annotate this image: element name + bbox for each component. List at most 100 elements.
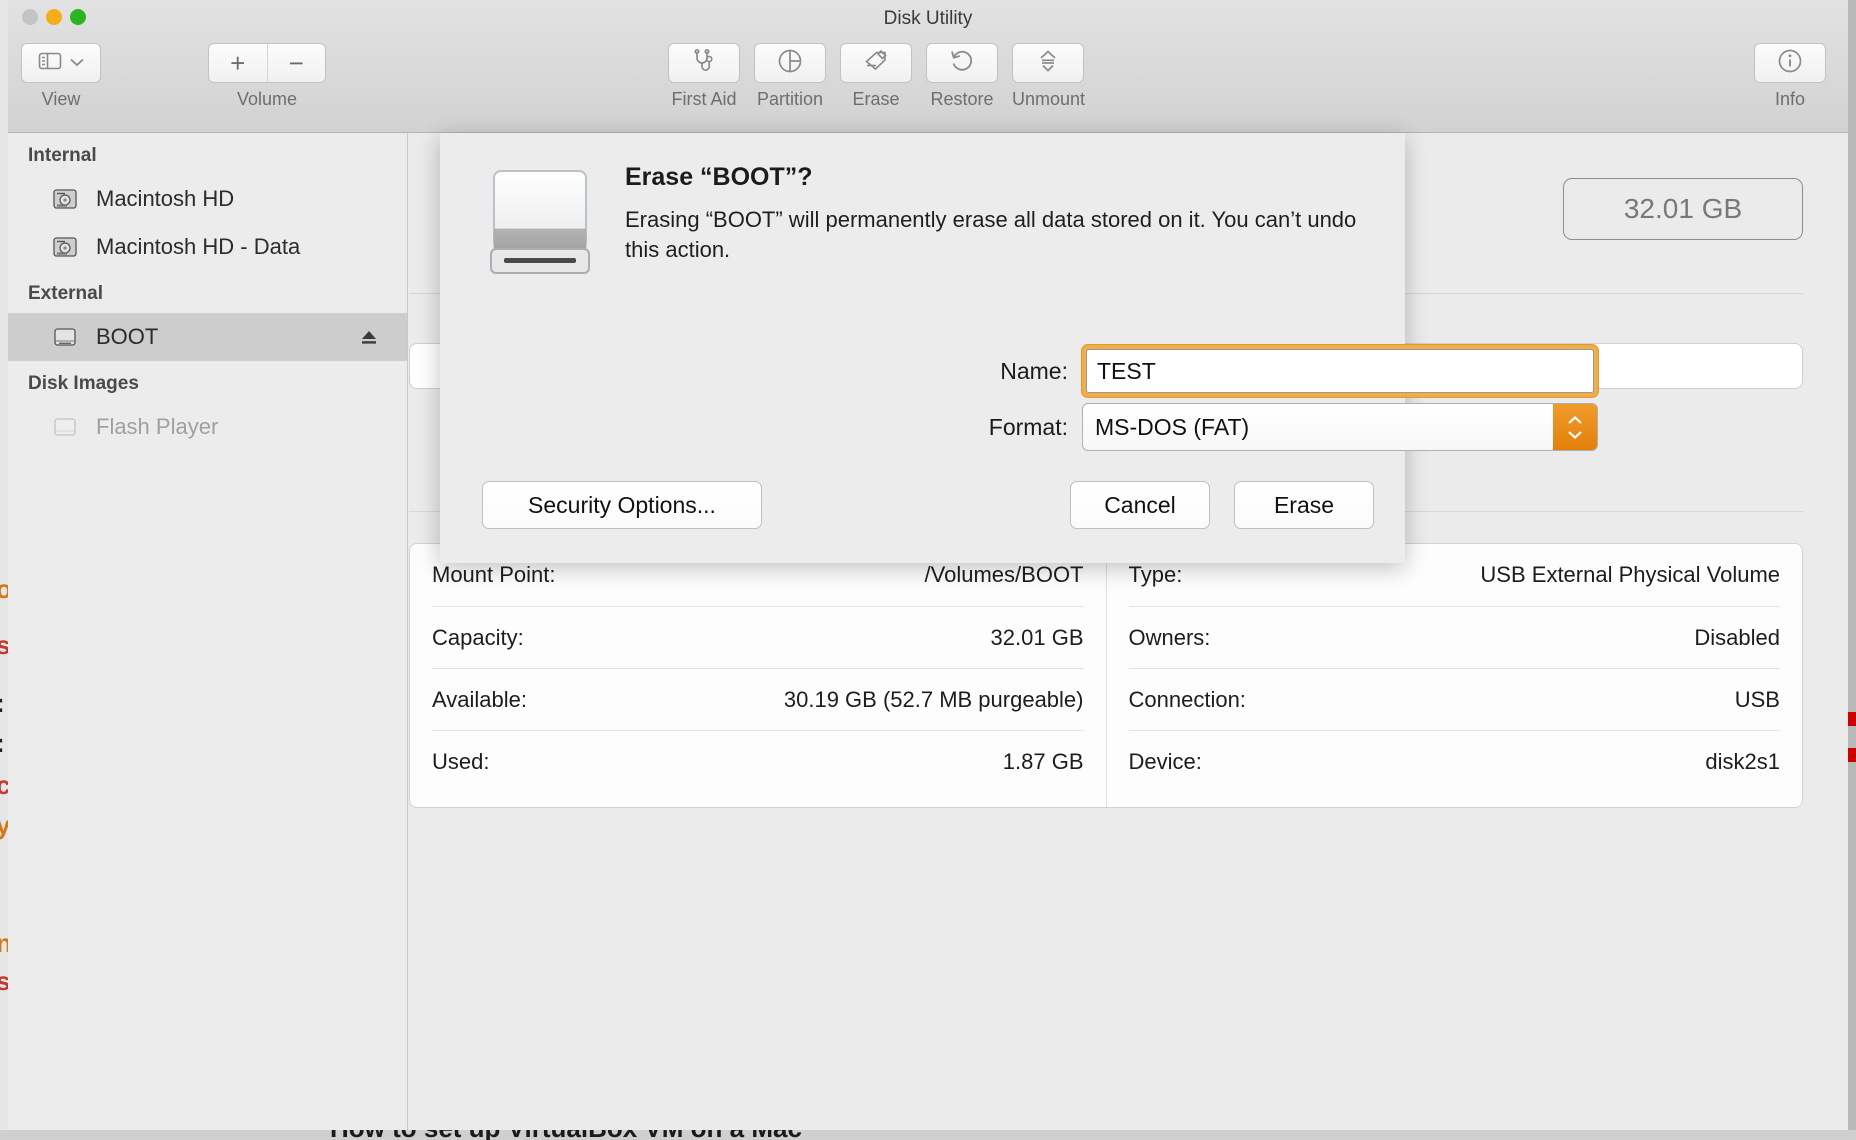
sidebar-section-internal: Internal <box>28 145 97 166</box>
restore-label: Restore <box>930 89 994 109</box>
info-row-device: Device: disk2s1 <box>1128 730 1780 792</box>
info-value: Disabled <box>1694 624 1780 650</box>
sidebar-item-flash-player[interactable]: Flash Player <box>8 403 407 451</box>
partition-label: Partition <box>756 89 824 109</box>
name-input[interactable] <box>1086 349 1594 393</box>
erase-pencil-icon <box>863 48 889 79</box>
info-button[interactable] <box>1754 43 1826 83</box>
info-circle-icon <box>1777 48 1803 79</box>
view-group: View <box>21 43 101 110</box>
info-key: Connection: <box>1128 686 1246 712</box>
info-row-capacity: Capacity: 32.01 GB <box>432 606 1084 668</box>
info-value: USB External Physical Volume <box>1480 562 1780 587</box>
dialog-message: Erasing “BOOT” will permanently erase al… <box>625 207 1357 263</box>
restore-tool: Restore <box>926 43 998 110</box>
name-field-row: Name: <box>920 345 1598 397</box>
info-value: USB <box>1734 686 1780 712</box>
internal-drive-icon <box>50 184 80 214</box>
info-key: Used: <box>432 748 490 774</box>
info-key: Type: <box>1128 562 1183 587</box>
sidebar-item-label: BOOT <box>96 324 159 349</box>
volume-label: Volume <box>236 89 298 109</box>
format-label: Format: <box>988 413 1068 440</box>
restore-undo-icon <box>949 48 975 79</box>
stethoscope-icon <box>691 48 717 79</box>
dialog-title: Erase “BOOT”? <box>625 163 813 191</box>
info-key: Mount Point: <box>432 562 556 587</box>
sidebar-item-boot[interactable]: BOOT <box>8 313 407 361</box>
internal-drive-icon <box>50 232 80 262</box>
security-options-button[interactable]: Security Options... <box>482 481 762 529</box>
unmount-eject-icon <box>1035 48 1061 79</box>
partition-button[interactable] <box>754 43 826 83</box>
info-key: Owners: <box>1128 624 1211 650</box>
erase-button[interactable] <box>840 43 912 83</box>
info-value: 30.19 GB (52.7 MB purgeable) <box>783 686 1084 712</box>
unmount-label: Unmount <box>1012 89 1086 109</box>
info-key: Available: <box>432 686 527 712</box>
remove-volume-button[interactable]: − <box>266 44 326 82</box>
info-value: 32.01 GB <box>990 624 1084 650</box>
external-drive-icon <box>50 322 80 352</box>
info-key: Device: <box>1128 748 1202 774</box>
disk-image-icon <box>50 412 80 442</box>
name-label: Name: <box>1000 357 1068 384</box>
sidebar-item-macintosh-hd[interactable]: Macintosh HD <box>8 175 407 223</box>
background-window-bottom-edge: How to set up VirtualBox VM on a Mac <box>0 1130 1856 1140</box>
info-column-right: Type: USB External Physical Volume Owner… <box>1105 544 1803 807</box>
window-title: Disk Utility <box>883 8 973 29</box>
sidebar-section-disk-images: Disk Images <box>28 373 139 394</box>
unmount-tool: Unmount <box>1012 43 1085 110</box>
format-field-row: Format: MS-DOS (FAT) <box>920 403 1598 451</box>
view-button[interactable] <box>21 43 101 83</box>
info-group: Info <box>1754 43 1826 110</box>
erase-confirm-button[interactable]: Erase <box>1234 481 1374 529</box>
first-aid-tool: First Aid <box>668 43 740 110</box>
erase-dialog: Erase “BOOT”? Erasing “BOOT” will perman… <box>440 133 1598 563</box>
erase-tool: Erase <box>840 43 912 110</box>
titlebar: Disk Utility View + − Volume First Aid P… <box>8 0 1848 133</box>
info-value: /Volumes/BOOT <box>924 562 1084 587</box>
sidebar-item-label: Macintosh HD <box>96 186 235 211</box>
info-value: 1.87 GB <box>1002 748 1084 774</box>
sidebar-item-macintosh-hd-data[interactable]: Macintosh HD - Data <box>8 223 407 271</box>
sidebar-toggle-icon <box>38 51 62 76</box>
info-key: Capacity: <box>432 624 524 650</box>
background-window-title: How to set up VirtualBox VM on a Mac <box>330 1130 802 1140</box>
info-column-left: Mount Point: /Volumes/BOOT Capacity: 32.… <box>410 544 1106 807</box>
disk-utility-window: Disk Utility View + − Volume First Aid P… <box>8 0 1848 1130</box>
first-aid-label: First Aid <box>671 89 737 109</box>
partition-pie-icon <box>777 48 803 79</box>
background-window-right-edge <box>1848 0 1856 1140</box>
volume-info-panel: Mount Point: /Volumes/BOOT Capacity: 32.… <box>409 543 1803 808</box>
sidebar-item-label: Flash Player <box>96 414 219 439</box>
sidebar-section-external: External <box>28 283 103 304</box>
info-row-connection: Connection: USB <box>1128 668 1780 730</box>
bleed-glyph: : <box>0 690 5 716</box>
add-volume-button[interactable]: + <box>209 44 267 82</box>
info-row-available: Available: 30.19 GB (52.7 MB purgeable) <box>432 668 1084 730</box>
eject-icon[interactable] <box>359 327 379 347</box>
info-row-used: Used: 1.87 GB <box>432 730 1084 792</box>
sidebar: Internal Macintosh HD Macintosh HD - Dat… <box>8 133 408 1130</box>
bleed-glyph: : <box>0 730 5 756</box>
restore-button[interactable] <box>926 43 998 83</box>
info-label: Info <box>1774 89 1806 109</box>
first-aid-button[interactable] <box>668 43 740 83</box>
volume-group: + − Volume <box>208 43 326 110</box>
toolbar-actions: First Aid Partition Erase Restore Unmoun… <box>668 43 1085 110</box>
volume-buttons: + − <box>208 43 326 83</box>
capacity-badge: 32.01 GB <box>1563 178 1803 240</box>
unmount-button[interactable] <box>1012 43 1084 83</box>
format-selected-value: MS-DOS (FAT) <box>1095 413 1250 440</box>
erase-label: Erase <box>852 89 900 109</box>
format-select[interactable]: MS-DOS (FAT) <box>1082 403 1598 451</box>
partition-tool: Partition <box>754 43 826 110</box>
cancel-button[interactable]: Cancel <box>1070 481 1210 529</box>
info-value: disk2s1 <box>1705 748 1780 774</box>
bleed-marker <box>1848 748 1856 762</box>
name-field-focus-ring <box>1082 345 1598 397</box>
chevron-down-icon <box>69 54 85 72</box>
stepper-chevrons-icon[interactable] <box>1553 404 1597 450</box>
external-drive-icon <box>485 165 595 280</box>
